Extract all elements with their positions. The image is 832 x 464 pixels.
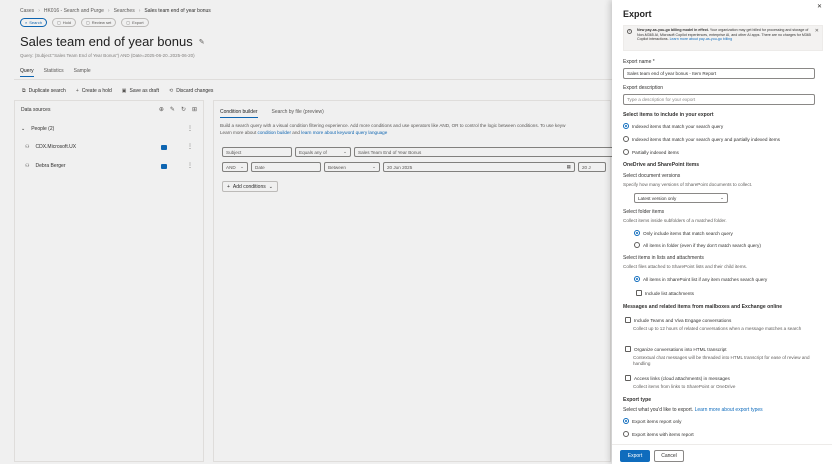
radio-folder-all[interactable]: All items in folder (even if they don't … bbox=[634, 242, 761, 248]
export-type-desc: Select what you'd like to export. Learn … bbox=[623, 407, 763, 413]
access-links-desc: Collect items from links to SharePoint o… bbox=[633, 384, 736, 389]
panel-title: Export bbox=[623, 9, 652, 19]
lists-desc: Collect files attached to SharePoint lis… bbox=[623, 264, 748, 269]
billing-info-banner: i New pay-as-you-go billing model in eff… bbox=[623, 25, 823, 51]
doc-versions-select[interactable]: Latest version only ⌄ bbox=[634, 193, 728, 203]
html-transcript-checkbox[interactable]: Organize conversations into HTML transcr… bbox=[625, 346, 727, 352]
html-transcript-desc: Contextual chat messages will be threade… bbox=[633, 355, 810, 366]
radio-indexed-partial[interactable]: Indexed items that match your search que… bbox=[623, 136, 780, 142]
radio-folder-match[interactable]: Only include items that match search que… bbox=[634, 230, 733, 236]
cancel-button[interactable]: Cancel bbox=[654, 450, 684, 462]
chevron-down-icon: ⌄ bbox=[720, 195, 724, 200]
modal-overlay bbox=[0, 0, 612, 464]
dismiss-icon[interactable]: ✕ bbox=[815, 28, 819, 34]
folder-items-desc: Collect items inside subfolders of a mat… bbox=[623, 218, 727, 223]
teams-checkbox[interactable]: Include Teams and Viva Engage conversati… bbox=[625, 317, 731, 323]
export-panel: ✕ Export i New pay-as-you-go billing mod… bbox=[612, 0, 832, 464]
panel-footer: Export Cancel bbox=[612, 444, 832, 464]
export-button[interactable]: Export bbox=[620, 450, 650, 462]
export-description-label: Export description bbox=[623, 85, 664, 91]
export-name-label: Export name * bbox=[623, 59, 655, 65]
messages-section-title: Messages and related items from mailboxe… bbox=[623, 304, 783, 310]
radio-report-only[interactable]: Export items report only bbox=[623, 418, 682, 424]
lists-label: Select items in lists and attachments bbox=[623, 255, 704, 261]
close-icon[interactable]: ✕ bbox=[817, 3, 822, 10]
doc-versions-label: Select document versions bbox=[623, 173, 681, 179]
export-type-label: Export type bbox=[623, 397, 652, 403]
select-items-label: Select items to include in your export bbox=[623, 112, 714, 118]
doc-versions-desc: Specify how many versions of SharePoint … bbox=[623, 182, 753, 187]
folder-items-label: Select folder items bbox=[623, 209, 665, 215]
list-attachments-checkbox[interactable]: Include list attachments bbox=[636, 290, 694, 296]
export-name-input[interactable]: Sales team end of year bonus - Item Repo… bbox=[623, 68, 815, 79]
info-icon: i bbox=[627, 29, 632, 34]
radio-lists-all[interactable]: All items in SharePoint list if any item… bbox=[634, 276, 767, 282]
radio-partial[interactable]: Partially indexed items bbox=[623, 149, 679, 155]
billing-link[interactable]: Learn more about pay-as-you-go billing bbox=[670, 37, 733, 41]
access-links-checkbox[interactable]: Access links (cloud attachments) in mess… bbox=[625, 375, 730, 381]
radio-indexed[interactable]: Indexed items that match your search que… bbox=[623, 123, 723, 129]
export-description-input[interactable]: Type a description for your export bbox=[623, 94, 815, 105]
export-types-link[interactable]: Learn more about export types bbox=[695, 407, 763, 413]
onedrive-section-title: OneDrive and SharePoint items bbox=[623, 162, 700, 168]
radio-items-with-report[interactable]: Export items with items report bbox=[623, 431, 694, 437]
teams-desc: Collect up to 12 hours of related conver… bbox=[633, 326, 802, 331]
